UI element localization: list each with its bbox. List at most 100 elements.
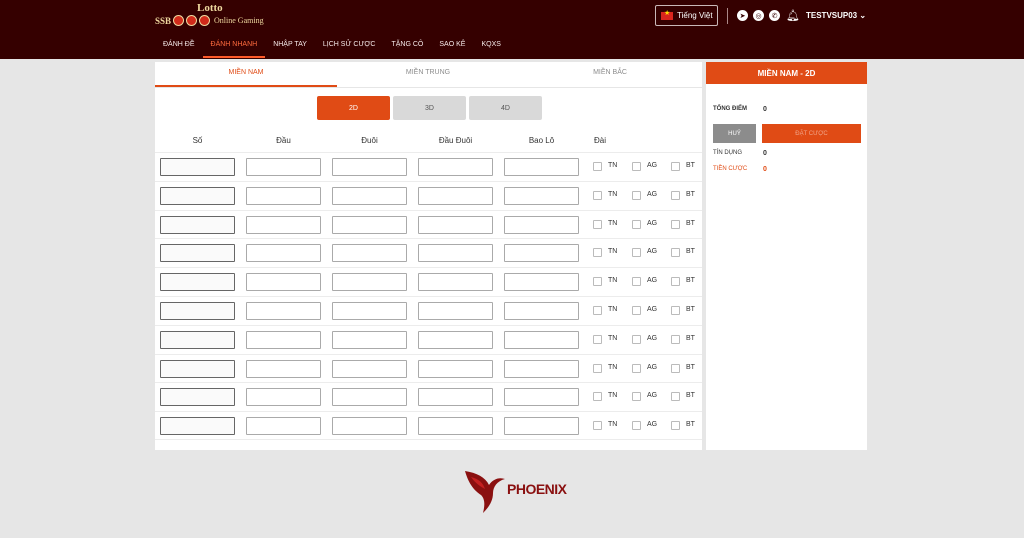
site-logo[interactable]: Lotto SSB Online Gaming (155, 2, 265, 30)
station-checkbox[interactable] (632, 248, 641, 258)
bet-input[interactable] (246, 186, 321, 205)
bet-input[interactable] (160, 330, 235, 349)
viber-icon[interactable]: ◎ (753, 10, 764, 21)
bet-input[interactable] (246, 417, 321, 436)
bet-input[interactable] (504, 359, 579, 378)
bet-input[interactable] (418, 301, 493, 320)
bet-input[interactable] (418, 273, 493, 292)
whatsapp-icon[interactable]: ✆ (769, 10, 780, 21)
language-selector[interactable]: Tiếng Việt (655, 5, 718, 26)
station-checkbox[interactable] (632, 363, 641, 373)
station-checkbox[interactable] (671, 190, 680, 200)
station-checkbox[interactable] (671, 162, 680, 171)
bet-input[interactable] (332, 330, 407, 349)
bet-input[interactable] (160, 417, 235, 436)
bet-input[interactable] (418, 388, 493, 407)
bet-input[interactable] (160, 158, 235, 176)
bet-input[interactable] (332, 158, 407, 176)
bet-input[interactable] (332, 301, 407, 320)
bet-input[interactable] (418, 244, 493, 263)
bet-input[interactable] (418, 215, 493, 234)
nav-item[interactable]: Nhập Tay (265, 36, 315, 58)
bet-input[interactable] (246, 273, 321, 292)
region-tab[interactable]: Miền Bắc (519, 62, 701, 87)
nav-item[interactable]: Lịch Sử Cược (315, 36, 384, 58)
bet-input[interactable] (160, 273, 235, 292)
station-checkbox[interactable] (671, 219, 680, 229)
bet-input[interactable] (332, 244, 407, 263)
station-checkbox[interactable] (671, 334, 680, 344)
place-bet-button[interactable]: Đặt Cược (762, 124, 861, 143)
bet-input[interactable] (504, 388, 579, 407)
bet-input[interactable] (246, 388, 321, 407)
station-checkbox[interactable] (671, 248, 680, 258)
station-checkbox[interactable] (593, 305, 602, 315)
bet-input[interactable] (504, 158, 579, 176)
bet-input[interactable] (332, 215, 407, 234)
cancel-button[interactable]: Huỷ (713, 124, 756, 143)
bet-input[interactable] (246, 330, 321, 349)
station-checkbox[interactable] (593, 190, 602, 200)
bet-input[interactable] (418, 417, 493, 436)
nav-item[interactable]: Sao Kê (431, 36, 473, 58)
station-checkbox[interactable] (593, 421, 602, 431)
bet-input[interactable] (246, 301, 321, 320)
bet-input[interactable] (160, 301, 235, 320)
station-checkbox[interactable] (671, 392, 680, 402)
bell-icon[interactable]: 🔔︎ (786, 9, 800, 22)
nav-item[interactable]: Tặng Cô (383, 36, 431, 58)
bet-input[interactable] (332, 417, 407, 436)
bet-input[interactable] (418, 359, 493, 378)
nav-item[interactable]: Đánh Nhanh (202, 36, 266, 58)
station-checkbox[interactable] (632, 305, 641, 315)
station-checkbox[interactable] (632, 219, 641, 229)
bet-input[interactable] (418, 330, 493, 349)
station-checkbox[interactable] (593, 363, 602, 373)
bet-input[interactable] (504, 273, 579, 292)
bet-input[interactable] (160, 244, 235, 263)
user-menu[interactable]: TESTVSUP03 ⌄ (806, 11, 866, 20)
bet-input[interactable] (160, 186, 235, 205)
bet-type-tab[interactable]: 3D (393, 96, 466, 120)
bet-input[interactable] (332, 359, 407, 378)
station-checkbox[interactable] (593, 277, 602, 287)
bet-input[interactable] (418, 186, 493, 205)
bet-input[interactable] (246, 215, 321, 234)
bet-input[interactable] (332, 388, 407, 407)
bet-input[interactable] (504, 417, 579, 436)
bet-input[interactable] (246, 158, 321, 176)
bet-type-tab[interactable]: 2D (317, 96, 390, 120)
bet-input[interactable] (504, 215, 579, 234)
station-checkbox[interactable] (632, 162, 641, 171)
bet-input[interactable] (160, 388, 235, 407)
bet-input[interactable] (504, 186, 579, 205)
station-checkbox[interactable] (632, 277, 641, 287)
station-checkbox[interactable] (593, 162, 602, 171)
station-checkbox[interactable] (671, 305, 680, 315)
bet-input[interactable] (246, 359, 321, 378)
region-tab[interactable]: Miền Trung (337, 62, 519, 87)
bet-input[interactable] (332, 186, 407, 205)
bet-input[interactable] (246, 244, 321, 263)
nav-item[interactable]: Đánh Đề (155, 36, 203, 58)
station-checkbox[interactable] (671, 277, 680, 287)
nav-item[interactable]: KQXS (473, 36, 508, 58)
bet-input[interactable] (332, 273, 407, 292)
bet-input[interactable] (160, 215, 235, 234)
station-checkbox[interactable] (632, 334, 641, 344)
station-checkbox[interactable] (593, 392, 602, 402)
station-checkbox[interactable] (632, 392, 641, 402)
bet-input[interactable] (504, 301, 579, 320)
bet-input[interactable] (418, 158, 493, 176)
station-checkbox[interactable] (632, 190, 641, 200)
station-checkbox[interactable] (632, 421, 641, 431)
bet-type-tab[interactable]: 4D (469, 96, 542, 120)
bet-input[interactable] (504, 330, 579, 349)
telegram-icon[interactable]: ➤ (737, 10, 748, 21)
station-checkbox[interactable] (593, 334, 602, 344)
region-tab[interactable]: Miền Nam (155, 62, 337, 87)
station-checkbox[interactable] (671, 421, 680, 431)
bet-input[interactable] (160, 359, 235, 378)
station-checkbox[interactable] (671, 363, 680, 373)
station-checkbox[interactable] (593, 248, 602, 258)
